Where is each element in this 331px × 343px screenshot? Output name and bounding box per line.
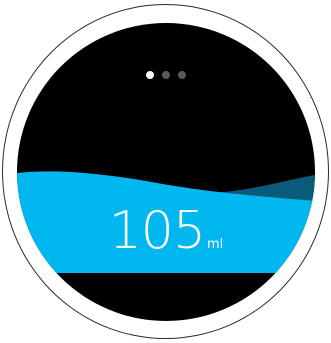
watch-screen[interactable]: 105 ml [17,23,315,321]
page-indicator[interactable] [17,71,315,79]
page-dot-1[interactable] [146,71,154,79]
page-dot-3[interactable] [178,71,186,79]
water-intake-value: 105 [108,201,206,261]
water-level-wave [17,171,315,273]
page-dot-2[interactable] [162,71,170,79]
watch-device: 105 ml [0,0,331,343]
water-intake-unit: ml [206,237,224,252]
water-intake-readout: 105 ml [17,201,315,261]
